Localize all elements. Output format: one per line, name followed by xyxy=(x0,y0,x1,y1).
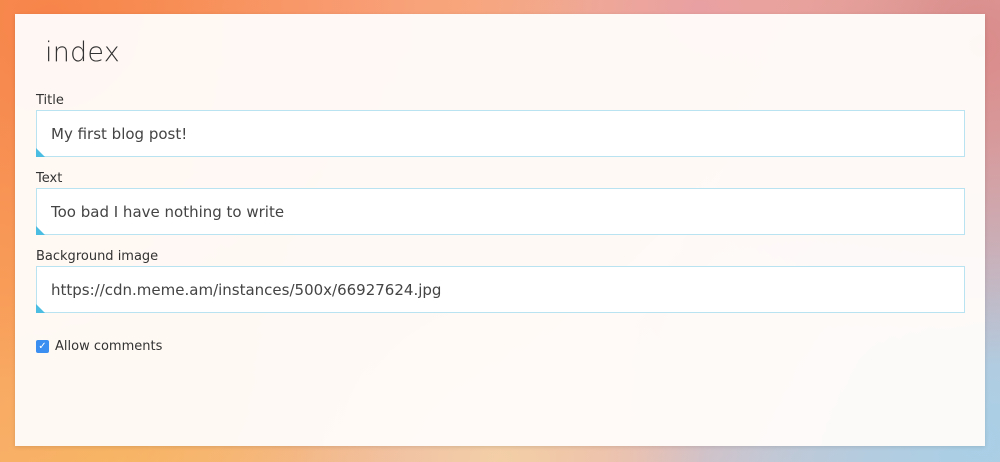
title-input[interactable] xyxy=(36,110,965,157)
text-input-wrapper xyxy=(36,188,965,235)
allow-comments-checkbox[interactable]: ✓ xyxy=(36,339,49,353)
background-image-corner-marker xyxy=(36,304,45,313)
text-input[interactable] xyxy=(36,188,965,235)
title-field-group: Title xyxy=(36,92,965,157)
form-card: index Title Text Background image ✓ Allo… xyxy=(15,14,985,446)
text-label: Text xyxy=(36,171,63,186)
background-image-field-group: Background image xyxy=(36,248,965,313)
background-image-input-wrapper xyxy=(36,266,965,313)
allow-comments-row[interactable]: ✓ Allow comments xyxy=(36,337,965,355)
text-field-group: Text xyxy=(36,170,965,235)
background-image-input[interactable] xyxy=(36,266,965,313)
allow-comments-label[interactable]: Allow comments xyxy=(55,339,162,354)
title-label: Title xyxy=(36,93,64,108)
checkmark-icon: ✓ xyxy=(38,340,47,352)
title-corner-marker xyxy=(36,148,45,157)
text-corner-marker xyxy=(36,226,45,235)
background-image-label: Background image xyxy=(36,249,159,264)
title-input-wrapper xyxy=(36,110,965,157)
page-title: index xyxy=(45,37,120,68)
